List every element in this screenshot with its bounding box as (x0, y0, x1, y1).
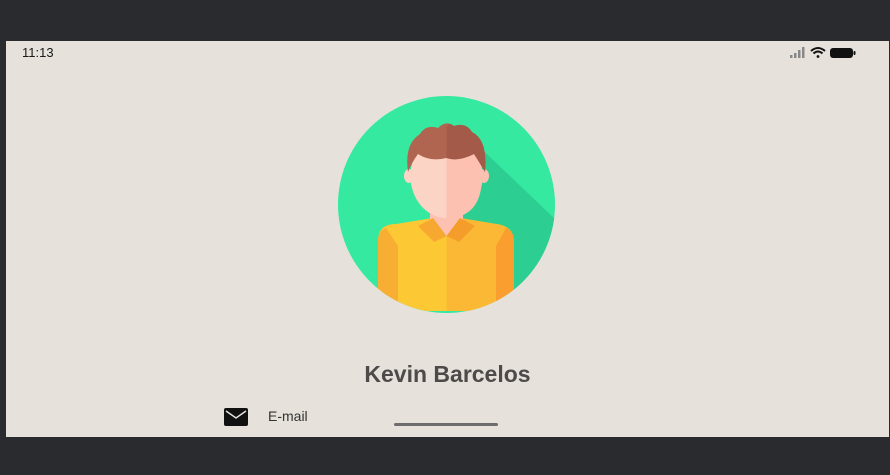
app-screen: 11:13 Kevin Barcelos E-mail (6, 41, 889, 437)
battery-icon (830, 48, 856, 58)
status-time: 11:13 (22, 45, 54, 60)
profile-name: Kevin Barcelos (364, 361, 531, 387)
email-label: E-mail (268, 408, 308, 424)
signal-icon (790, 47, 805, 58)
mail-icon (224, 408, 248, 426)
wifi-icon (810, 47, 826, 58)
avatar (338, 96, 555, 313)
home-indicator[interactable] (394, 423, 498, 426)
status-icons (789, 46, 859, 65)
